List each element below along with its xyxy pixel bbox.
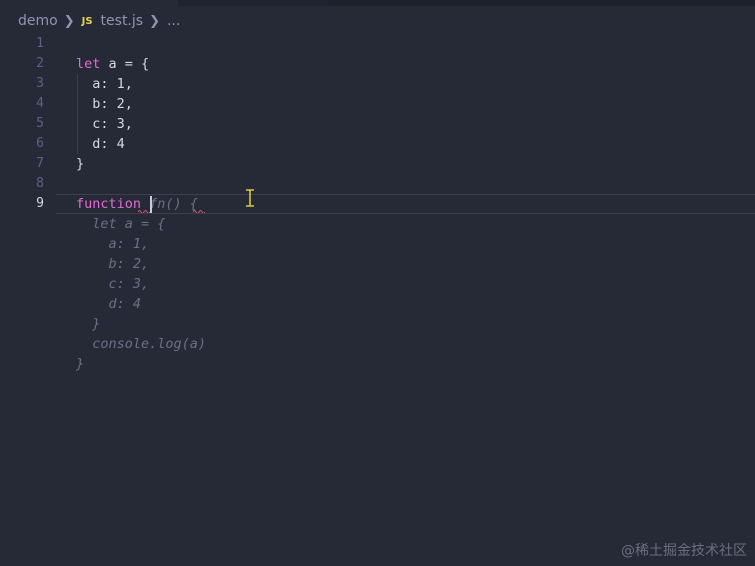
ghost-text: a: 1, [76,236,150,252]
chevron-right-icon: ❯ [149,13,160,29]
ghost-suggestion-line: c: 3, [0,274,755,294]
code-line[interactable]: 6 d: 4 [0,134,755,154]
code-line[interactable]: 4 b: 2, [0,94,755,114]
ghost-text: } [76,316,101,332]
ghost-suggestion-line: } [0,354,755,374]
line-text: d: 4 [76,136,125,152]
code-line-current[interactable]: 9 function fn() { [0,194,755,214]
tab-bar-strip-empty [328,0,755,6]
ghost-suggestion-line: b: 2, [0,254,755,274]
line-number: 4 [36,96,44,111]
ghost-suggestion-line: } [0,314,755,334]
line-number: 6 [36,136,44,151]
ghost-suggestion-line: let a = { [0,214,755,234]
ghost-suggestion-line: console.log(a) [0,334,755,354]
keyword-token: let [76,56,101,72]
line-text: a: 1, [76,76,133,92]
line-text: function fn() { [76,194,198,214]
line-number: 2 [36,56,44,71]
code-line[interactable]: 1 [0,34,755,54]
ghost-text: let a = { [76,216,166,232]
breadcrumb-folder[interactable]: demo [18,13,58,29]
line-number: 9 [36,196,44,211]
code-editor[interactable]: 1 2 let a = { 3 a: 1, 4 b: 2, 5 c: 3, 6 … [0,34,755,566]
ghost-text: b: 2, [76,256,150,272]
code-line[interactable]: 8 [0,174,755,194]
breadcrumb: demo ❯ JS test.js ❯ ... [18,10,180,32]
line-number: 3 [36,76,44,91]
ghost-text: console.log(a) [76,336,207,352]
text-cursor [150,196,152,213]
line-number: 1 [36,36,44,51]
ghost-text: c: 3, [76,276,150,292]
code-line[interactable]: 5 c: 3, [0,114,755,134]
line-number: 7 [36,156,44,171]
chevron-right-icon: ❯ [63,13,75,29]
tab-bar [0,0,755,8]
breadcrumb-file[interactable]: test.js [101,13,144,29]
keyword-token: function [76,196,142,212]
ghost-text: } [76,356,85,372]
watermark: @稀土掘金技术社区 [621,543,747,559]
line-text: b: 2, [76,96,133,112]
tab-bar-strip [178,0,328,6]
ghost-suggestion-token: fn() { [149,196,198,212]
code-token: a = { [100,56,150,72]
code-line[interactable]: 7 } [0,154,755,174]
error-squiggle-icon [193,210,205,213]
line-number: 8 [36,176,44,191]
ibeam-cursor-icon [246,189,254,207]
javascript-file-icon: JS [81,15,93,27]
line-text: c: 3, [76,116,133,132]
line-text: let a = { [76,54,149,74]
line-text: } [76,156,85,172]
code-line[interactable]: 2 let a = { [0,54,755,74]
error-squiggle-icon [138,210,150,213]
ghost-suggestion-line: a: 1, [0,234,755,254]
breadcrumb-symbols[interactable]: ... [167,13,180,29]
line-number: 5 [36,116,44,131]
ghost-text: d: 4 [76,296,142,312]
code-line[interactable]: 3 a: 1, [0,74,755,94]
ghost-suggestion-line: d: 4 [0,294,755,314]
